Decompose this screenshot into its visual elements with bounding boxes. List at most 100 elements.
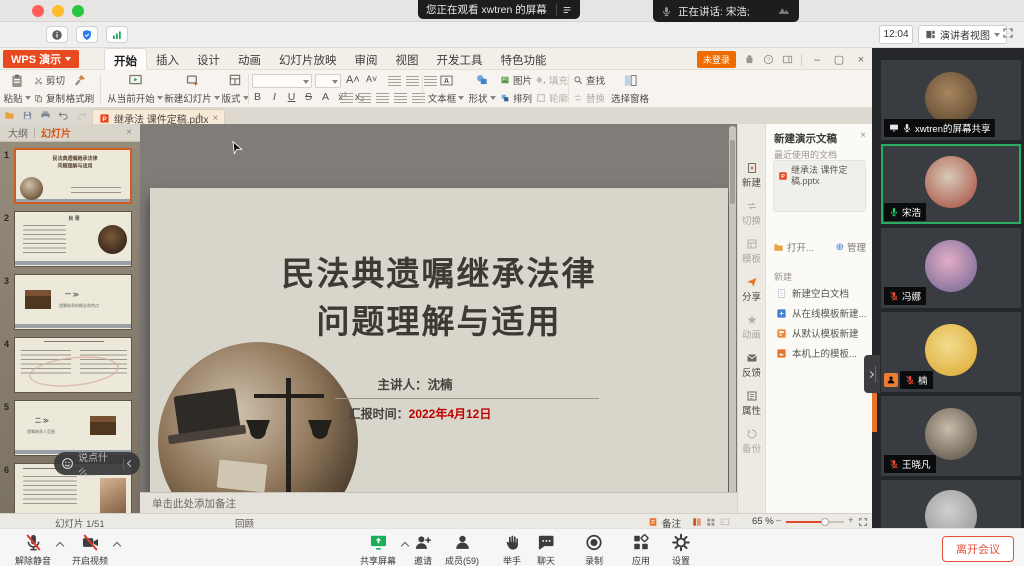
new-slide-button[interactable]: 新建幻灯片 xyxy=(166,72,218,106)
zoom-slider-knob[interactable] xyxy=(821,518,829,526)
justify-icon[interactable] xyxy=(394,93,407,103)
selection-pane-button[interactable]: 选择窗格 xyxy=(606,72,654,106)
chevron-up-icon[interactable] xyxy=(401,542,409,550)
collapse-chat-icon[interactable] xyxy=(127,460,134,467)
side-strip-new-doc[interactable]: 新建 xyxy=(738,162,765,189)
redo-icon[interactable] xyxy=(76,110,87,121)
share-menu-icon[interactable] xyxy=(562,5,572,15)
wps-menu-item[interactable]: 幻灯片放映 xyxy=(270,48,346,70)
format-button[interactable]: A xyxy=(320,91,331,103)
wps-menu-item[interactable]: 设计 xyxy=(188,48,229,70)
save-icon[interactable] xyxy=(22,110,33,121)
wps-close-button[interactable]: × xyxy=(854,54,868,66)
start-video-button[interactable]: 开启视频 xyxy=(72,533,108,566)
zoom-slider[interactable] xyxy=(786,521,844,523)
format-button[interactable]: U xyxy=(286,91,297,103)
cut-button[interactable]: 剪切 xyxy=(34,73,65,87)
paste-button[interactable]: 粘贴 xyxy=(2,72,32,106)
sorter-view-icon[interactable] xyxy=(706,517,716,527)
task-pane-item[interactable]: 新建空白文档 xyxy=(776,286,849,300)
font-size-select[interactable] xyxy=(315,74,341,88)
wps-menu-item[interactable]: 插入 xyxy=(147,48,188,70)
chevron-up-icon[interactable] xyxy=(56,542,64,550)
chevron-up-icon[interactable] xyxy=(113,542,121,550)
format-painter-button[interactable]: 格式刷 xyxy=(62,72,98,106)
record-button[interactable]: 录制 xyxy=(585,533,604,566)
participant-tile[interactable] xyxy=(881,480,1021,528)
picture-button[interactable]: 图片 xyxy=(500,73,532,87)
close-pane-icon[interactable]: × xyxy=(126,127,132,138)
wps-logo[interactable]: WPS 演示 xyxy=(3,50,79,68)
leave-meeting-button[interactable]: 离开会议 xyxy=(942,536,1014,562)
help-icon[interactable]: ? xyxy=(763,54,774,65)
align-center-icon[interactable] xyxy=(358,93,371,103)
textbox-button[interactable]: A 文本框 xyxy=(427,72,465,106)
shield-icon[interactable] xyxy=(76,26,98,43)
settings-button[interactable]: 设置 xyxy=(672,533,691,566)
grow-font-button[interactable]: A˄ xyxy=(346,74,360,86)
notes-area[interactable]: 单击此处添加备注 xyxy=(140,492,737,513)
zoom-window-button[interactable] xyxy=(72,5,84,17)
chat-quick-input[interactable]: 说点什么... xyxy=(54,452,140,475)
align-left-icon[interactable] xyxy=(340,93,353,103)
raise-hand-button[interactable]: 举手 xyxy=(503,533,522,566)
format-button[interactable]: B xyxy=(252,91,263,103)
fit-window-icon[interactable] xyxy=(858,517,868,527)
find-button[interactable]: 查找 xyxy=(573,73,605,87)
open-file-button[interactable]: 打开... xyxy=(773,240,814,254)
side-strip-share-plane[interactable]: 分享 xyxy=(738,276,765,303)
wps-menu-item[interactable]: 特色功能 xyxy=(492,48,556,70)
wps-menu-item[interactable]: 动画 xyxy=(229,48,270,70)
wps-menu-item[interactable]: 开发工具 xyxy=(428,48,492,70)
fill-button[interactable]: 填充 xyxy=(536,73,568,87)
recent-file-card[interactable]: P 继承法 课件定稿.pptx xyxy=(773,160,866,212)
task-pane-item[interactable]: 从默认模板新建 xyxy=(776,326,859,340)
slide-thumbnail[interactable]: 民法典遗嘱继承法律问题理解与适用 xyxy=(14,148,132,204)
side-strip-switch[interactable]: 切换 xyxy=(738,200,765,227)
slide-thumbnail[interactable]: 目 录 xyxy=(14,211,132,267)
bullets-icon[interactable] xyxy=(388,76,401,86)
close-window-button[interactable] xyxy=(32,5,44,17)
share-screen-button[interactable]: 共享屏幕 xyxy=(360,533,396,566)
login-badge[interactable]: 未登录 xyxy=(697,51,736,68)
tab-slides[interactable]: 幻灯片 xyxy=(41,125,71,140)
wps-minimize-button[interactable]: – xyxy=(810,54,824,66)
shrink-font-button[interactable]: A˅ xyxy=(366,74,377,84)
font-name-select[interactable] xyxy=(252,74,312,88)
fullscreen-icon[interactable] xyxy=(1002,27,1014,39)
zoom-in-button[interactable]: + xyxy=(848,515,854,526)
info-icon[interactable] xyxy=(46,26,68,43)
participant-tile[interactable]: xwtren的屏幕共享 xyxy=(881,60,1021,140)
copy-button[interactable]: 复制 xyxy=(34,91,65,105)
arrange-button[interactable]: 排列 xyxy=(500,91,532,105)
signal-icon[interactable] xyxy=(106,26,128,43)
side-strip-template[interactable]: 模板 xyxy=(738,238,765,265)
canvas-vertical-scrollbar[interactable] xyxy=(729,126,736,536)
task-pane-item[interactable]: 从在线模板新建... xyxy=(776,306,866,320)
manage-button[interactable]: ⊕管理 xyxy=(836,240,866,254)
printer-icon[interactable] xyxy=(40,110,51,121)
outline-button[interactable]: 轮廓 xyxy=(536,91,568,105)
task-pane-item[interactable]: 本机上的模板... xyxy=(776,346,857,360)
reading-view-icon[interactable] xyxy=(720,517,730,527)
slide-presenter-text[interactable]: 主讲人：沈楠 xyxy=(320,374,510,393)
format-button[interactable]: S xyxy=(303,91,314,103)
slide-report-text[interactable]: 汇报时间：2022年4月12日 xyxy=(300,405,540,422)
side-strip-properties[interactable]: 属性 xyxy=(738,390,765,417)
side-strip-backup[interactable]: 备份 xyxy=(738,428,765,455)
chat-button[interactable]: 聊天 xyxy=(537,533,556,566)
minimize-window-button[interactable] xyxy=(52,5,64,17)
line-spacing-icon[interactable] xyxy=(412,93,425,103)
align-right-icon[interactable] xyxy=(376,93,389,103)
undo-icon[interactable] xyxy=(58,110,69,121)
members-button[interactable]: 成员(59) xyxy=(445,533,479,566)
play-from-current-button[interactable]: 从当前开始 xyxy=(106,72,164,106)
invite-button[interactable]: 邀请 xyxy=(414,533,433,566)
wps-maximize-button[interactable]: ▢ xyxy=(832,53,846,66)
slide-photo-circle[interactable] xyxy=(158,342,358,506)
slide-canvas[interactable]: 民法典遗嘱继承法律 问题理解与适用 主讲人：沈楠 汇报时间：2022年4月12日 xyxy=(150,188,728,506)
participant-tile[interactable]: 王晓凡 xyxy=(881,396,1021,476)
slide-title[interactable]: 民法典遗嘱继承法律 问题理解与适用 xyxy=(150,250,728,346)
wps-menu-item[interactable]: 视图 xyxy=(387,48,428,70)
numbering-icon[interactable] xyxy=(406,76,419,86)
